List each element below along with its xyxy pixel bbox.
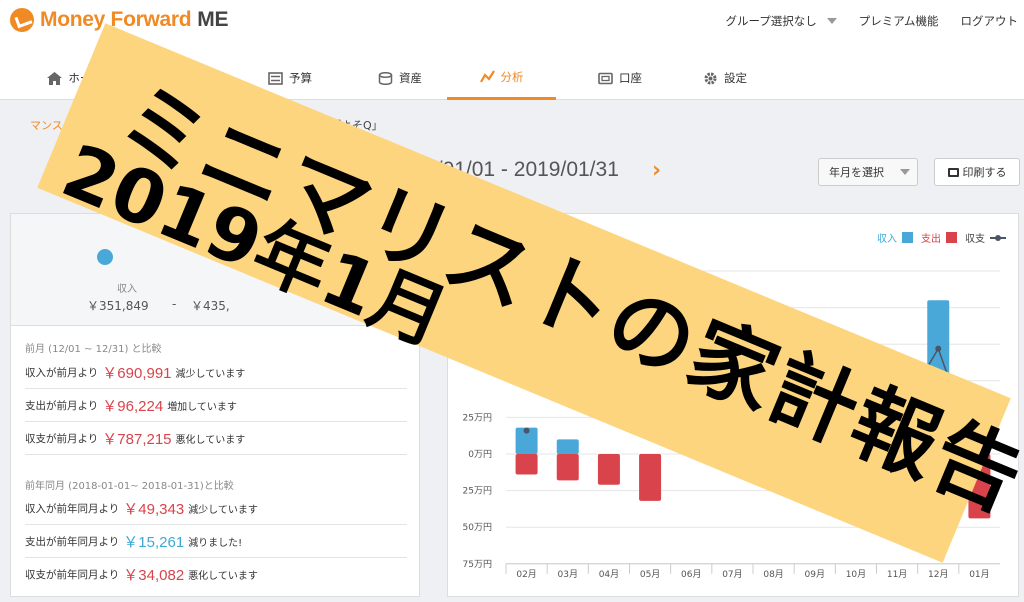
compare-row: 収支が前月より ￥787,215 悪化しています — [25, 422, 407, 455]
top-links: グループ選択なし プレミアム機能 ログアウト — [703, 13, 1018, 29]
y-tick-label: 75万円 — [463, 559, 492, 570]
expense-bar — [515, 454, 538, 475]
analysis-icon — [479, 70, 495, 83]
minus-sign: - — [172, 297, 177, 311]
chevron-down-icon — [900, 169, 910, 175]
x-tick-label: 01月 — [969, 569, 989, 580]
expense-value: ￥435, — [191, 299, 230, 313]
printer-icon — [947, 167, 959, 177]
x-tick-label: 11月 — [887, 569, 907, 580]
nav-analysis[interactable]: 分析 — [447, 56, 556, 100]
income-arrow-icon — [97, 249, 113, 265]
x-tick-label: 05月 — [640, 569, 660, 580]
account-icon — [598, 72, 613, 84]
logout-link[interactable]: ログアウト — [961, 13, 1019, 29]
print-button[interactable]: 印刷する — [934, 158, 1020, 186]
compare-row: 収入が前年同月より ￥49,343 減少しています — [25, 492, 407, 525]
x-tick-label: 07月 — [722, 569, 742, 580]
next-period-button[interactable]: › — [652, 158, 661, 183]
premium-link[interactable]: プレミアム機能 — [859, 13, 939, 29]
month-select[interactable]: 年月を選択 — [818, 158, 918, 186]
x-tick-label: 02月 — [516, 569, 536, 580]
logo-suffix: ME — [197, 8, 229, 31]
group-select-dropdown[interactable]: グループ選択なし — [725, 13, 837, 29]
x-tick-label: 09月 — [805, 569, 825, 580]
gear-icon — [704, 72, 717, 84]
x-tick-label: 08月 — [763, 569, 783, 580]
budget-icon — [268, 71, 283, 85]
expense-bar — [597, 454, 620, 485]
x-tick-label: 12月 — [928, 569, 948, 580]
income-label: 収入 — [117, 284, 137, 295]
y-tick-label: 25万円 — [463, 412, 492, 423]
expense-bar — [556, 454, 579, 481]
prev-month-heading: 前月 (12/01 ~ 12/31) と比較 — [25, 344, 162, 355]
nav-assets[interactable]: 資産 — [360, 56, 440, 100]
income-bar — [556, 439, 579, 454]
chevron-down-icon — [826, 18, 837, 24]
home-icon — [47, 71, 63, 85]
income-value: ￥351,849 — [87, 299, 149, 313]
x-tick-label: 03月 — [558, 569, 578, 580]
x-tick-label: 10月 — [846, 569, 866, 580]
x-tick-label: 04月 — [599, 569, 619, 580]
compare-row: 収支が前年同月より ￥34,082 悪化しています — [25, 567, 258, 584]
nav-settings[interactable]: 設定 — [690, 56, 760, 100]
x-tick-label: 06月 — [681, 569, 701, 580]
group-select-label: グループ選択なし — [725, 14, 817, 28]
expense-bar — [639, 454, 662, 501]
logo-mark-icon — [10, 8, 34, 32]
y-tick-label: 50万円 — [463, 522, 492, 533]
prev-year-heading: 前年同月 (2018-01-01~ 2018-01-31)と比較 — [25, 481, 234, 492]
y-tick-label: 0万円 — [468, 449, 492, 460]
assets-icon — [378, 71, 393, 85]
balance-point — [523, 427, 530, 434]
y-tick-label: 25万円 — [463, 486, 492, 497]
balance-point — [935, 345, 942, 352]
compare-row: 支出が前月より ￥96,224 増加しています — [25, 389, 407, 422]
compare-row: 支出が前年同月より ￥15,261 減りました! — [25, 525, 407, 558]
nav-account[interactable]: 口座 — [580, 56, 660, 100]
compare-row: 収入が前月より ￥690,991 減少しています — [25, 356, 407, 389]
